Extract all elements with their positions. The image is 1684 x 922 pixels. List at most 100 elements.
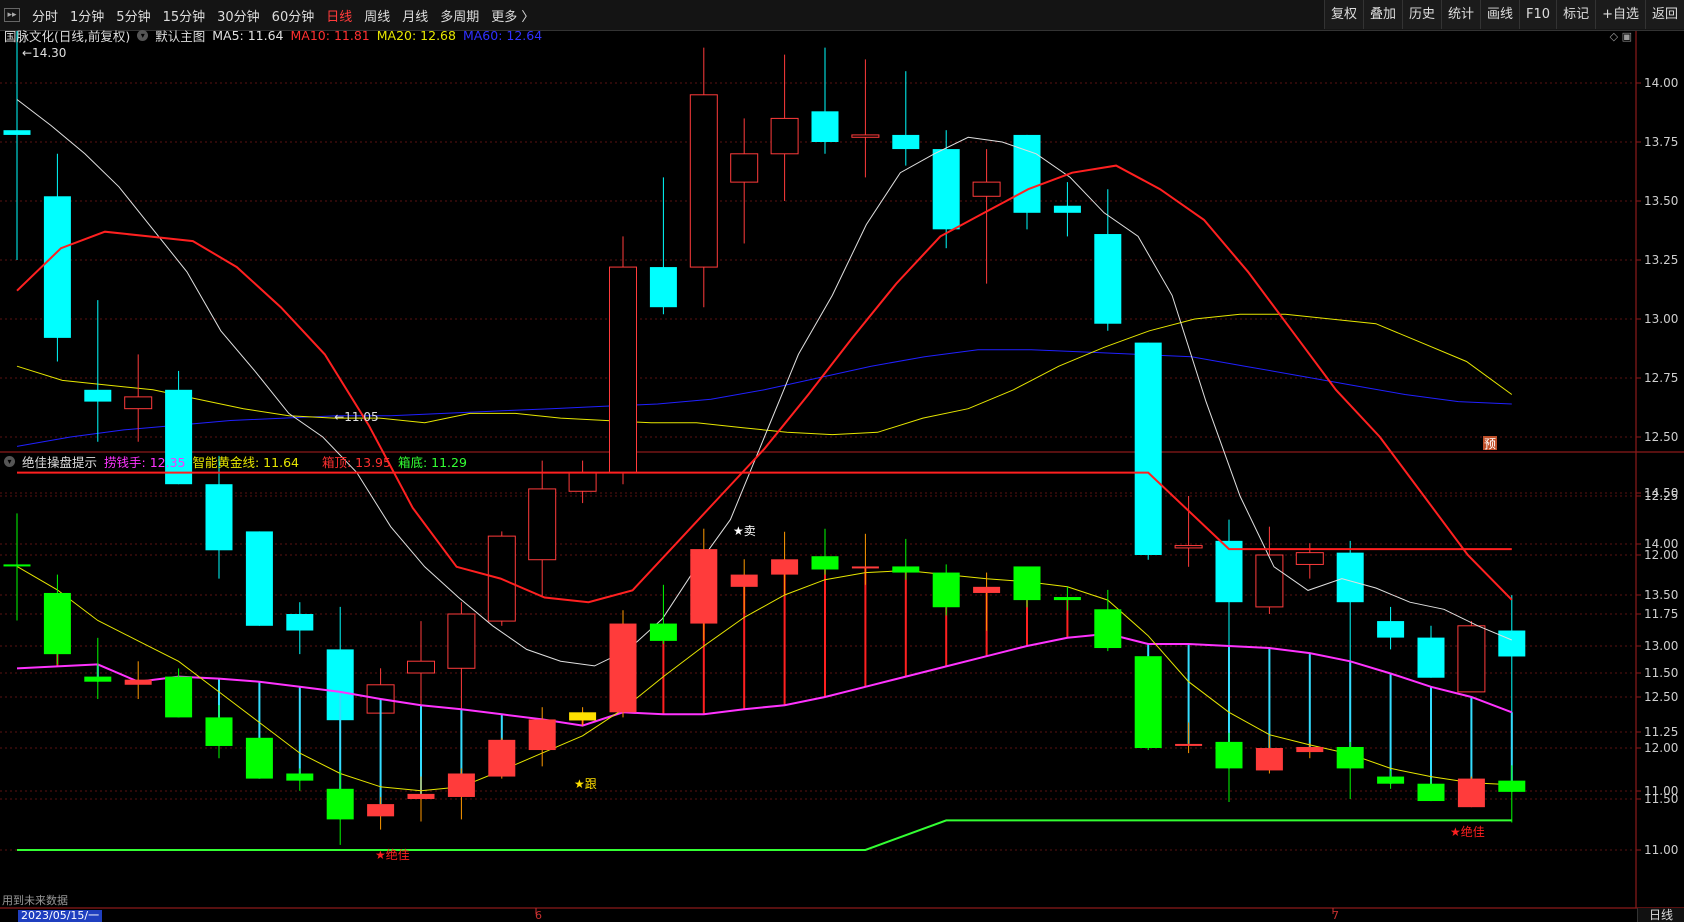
panel-window-icons[interactable]: ◇ ▣: [1610, 30, 1632, 43]
main-candle-body: [609, 266, 637, 473]
period-tab-9[interactable]: 多周期: [434, 6, 485, 25]
main-candle-body: [3, 130, 31, 135]
box-top-value: 箱顶: 13.95: [321, 454, 391, 470]
main-candle-body: [528, 488, 557, 561]
sub-candle-body: [1094, 609, 1122, 649]
sub-candle-body: [1255, 748, 1283, 771]
sub-candle-body: [1296, 746, 1324, 753]
template-label[interactable]: 默认主图: [155, 26, 205, 45]
period-tab-6[interactable]: 日线: [320, 6, 358, 25]
main-candle-body: [407, 660, 435, 674]
period-tab-1[interactable]: 1分钟: [64, 6, 110, 25]
template-toggle-icon[interactable]: ▾: [137, 29, 149, 41]
main-candle-body: [932, 149, 960, 230]
sub-candle-body: [367, 804, 395, 817]
period-tag[interactable]: 日线: [1637, 908, 1684, 922]
period-tab-3[interactable]: 15分钟: [157, 6, 212, 25]
period-tab-2[interactable]: 5分钟: [110, 6, 156, 25]
toolbar-button-1[interactable]: 叠加: [1362, 0, 1402, 29]
main-candle-body: [447, 613, 476, 669]
period-tab-8[interactable]: 月线: [396, 6, 434, 25]
toolbar-button-3[interactable]: 统计: [1441, 0, 1481, 29]
month-label-6: 6: [535, 909, 542, 922]
main-candle-body: [84, 389, 112, 402]
main-candle-body: [1498, 630, 1526, 657]
main-candle-body: [124, 396, 153, 410]
main-candle-body: [1094, 234, 1122, 324]
high-price-label: ←14.30: [22, 46, 66, 60]
box-bottom-value: 箱底: 11.29: [397, 454, 467, 470]
main-y-tick-label: 11.50: [1644, 666, 1678, 680]
toolbar-button-7[interactable]: +自选: [1595, 0, 1645, 29]
ma5-value: MA5: 11.64: [212, 27, 284, 43]
main-info-bar: 国脉文化(日线,前复权) ▾ 默认主图 MA5: 11.64 MA10: 11.…: [0, 25, 549, 45]
toolbar-button-4[interactable]: 画线: [1480, 0, 1520, 29]
main-candle-body: [1336, 552, 1364, 603]
sub-candle-body: [1175, 743, 1203, 746]
main-candle-body: [205, 484, 233, 551]
sub-y-tick-label: 14.50: [1644, 486, 1678, 500]
ma5-line: [16, 99, 1512, 667]
toolbar-button-2[interactable]: 历史: [1401, 0, 1441, 29]
sell-signal: ★卖: [733, 524, 756, 538]
main-candle-body: [892, 134, 920, 150]
best-signal-1: ★绝佳: [375, 847, 410, 862]
stock-label[interactable]: 国脉文化(日线,前复权): [4, 26, 130, 45]
main-candle-body: [568, 471, 597, 492]
toolbar-button-0[interactable]: 复权: [1323, 0, 1363, 29]
indicator-toggle-icon[interactable]: ▾: [4, 455, 15, 467]
sub-candle-body: [609, 623, 637, 713]
sub-candle-body: [124, 679, 152, 685]
sub-info-bar: ▾ 绝佳操盘提示 捞钱手: 12.35 智能黄金线: 11.64 箱顶: 13.…: [0, 451, 474, 471]
ma20-line: [16, 313, 1513, 436]
sub-candle-body: [973, 586, 1001, 593]
main-candle-body: [1134, 342, 1162, 555]
toolbar-right-buttons: 复权 叠加 历史 统计 画线 F10 标记 +自选 返回: [1323, 0, 1684, 30]
date-axis: 2023/05/15/一 6 7: [0, 910, 1684, 922]
sub-candle-body: [407, 793, 435, 799]
ma60-line: [16, 349, 1512, 447]
indicator-name[interactable]: 绝佳操盘提示: [22, 452, 97, 471]
period-tab-0[interactable]: 分时: [26, 6, 64, 25]
main-candle-body: [1295, 552, 1324, 565]
sub-y-tick-label: 13.00: [1644, 639, 1678, 653]
period-tabs: 分时 1分钟 5分钟 15分钟 30分钟 60分钟 日线 周线 月线 多周期 更多 〉: [26, 6, 540, 25]
main-candle-body: [770, 117, 799, 155]
ma10-line: [16, 164, 1513, 604]
main-candle-body: [972, 181, 1001, 197]
period-tab-10[interactable]: 更多 〉: [485, 6, 540, 25]
main-candle-body: [851, 134, 880, 138]
toolbar-button-8[interactable]: 返回: [1644, 0, 1684, 29]
ma10-value: MA10: 11.81: [290, 27, 370, 43]
box-top-line: [17, 471, 1512, 551]
collapse-icon[interactable]: ▸▸: [4, 8, 20, 22]
sub-candle-body: [488, 739, 516, 777]
period-tab-7[interactable]: 周线: [358, 6, 396, 25]
sub-candle-body: [447, 773, 475, 797]
sub-y-tick-label: 11.00: [1644, 843, 1678, 857]
period-tab-5[interactable]: 60分钟: [266, 6, 321, 25]
sub-candle-body: [649, 623, 677, 641]
main-candle-body: [1053, 205, 1081, 213]
box-bottom-line: [17, 819, 1512, 851]
sub-candle-body: [165, 676, 193, 718]
sub-candle-body: [205, 717, 233, 746]
sub-candle-body: [1053, 597, 1081, 601]
sub-candle-body: [1498, 780, 1526, 792]
sub-candle-body: [3, 564, 31, 567]
main-candle-body: [1457, 625, 1486, 693]
main-y-tick-label: 11.75: [1644, 607, 1678, 621]
ma60-value: MA60: 12.64: [462, 27, 543, 43]
main-candle-body: [1377, 621, 1405, 638]
main-candle-body: [649, 267, 677, 308]
sub-y-tick-label: 11.50: [1644, 792, 1678, 806]
toolbar-button-6[interactable]: 标记: [1556, 0, 1596, 29]
sub-y-tick-label: 12.00: [1644, 741, 1678, 755]
main-candle-body: [689, 94, 718, 268]
sub-candle-body: [932, 572, 960, 608]
period-tab-4[interactable]: 30分钟: [211, 6, 266, 25]
toolbar-button-5[interactable]: F10: [1519, 0, 1557, 29]
main-candle-body: [286, 614, 314, 631]
low-price-label: ←11.05: [334, 410, 378, 424]
main-y-tick-label: 12.75: [1644, 371, 1678, 385]
